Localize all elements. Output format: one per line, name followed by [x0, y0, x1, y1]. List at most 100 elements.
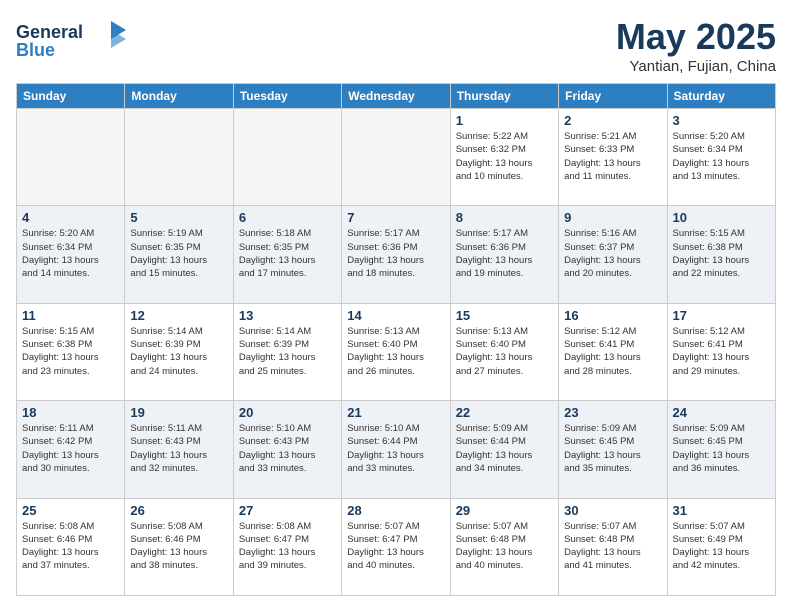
logo-text: General Blue: [16, 16, 126, 71]
day-info: Sunrise: 5:18 AMSunset: 6:35 PMDaylight:…: [239, 227, 336, 280]
day-number: 23: [564, 405, 661, 420]
calendar-cell: 2 Sunrise: 5:21 AMSunset: 6:33 PMDaylight…: [559, 109, 667, 206]
day-info: Sunrise: 5:14 AMSunset: 6:39 PMDaylight:…: [239, 325, 336, 378]
calendar-cell: 1 Sunrise: 5:22 AMSunset: 6:32 PMDaylight…: [450, 109, 558, 206]
logo: General Blue: [16, 16, 126, 71]
day-number: 24: [673, 405, 770, 420]
day-info: Sunrise: 5:13 AMSunset: 6:40 PMDaylight:…: [347, 325, 444, 378]
calendar-cell: 18Sunrise: 5:11 AMSunset: 6:42 PMDayligh…: [17, 401, 125, 498]
day-info: Sunrise: 5:12 AMSunset: 6:41 PMDaylight:…: [673, 325, 770, 378]
calendar-cell: 19Sunrise: 5:11 AMSunset: 6:43 PMDayligh…: [125, 401, 233, 498]
calendar-cell: 26Sunrise: 5:08 AMSunset: 6:46 PMDayligh…: [125, 498, 233, 595]
calendar-cell: 8 Sunrise: 5:17 AMSunset: 6:36 PMDaylight…: [450, 206, 558, 303]
day-info: Sunrise: 5:07 AMSunset: 6:48 PMDaylight:…: [456, 520, 553, 573]
day-info: Sunrise: 5:10 AMSunset: 6:43 PMDaylight:…: [239, 422, 336, 475]
day-header-friday: Friday: [559, 84, 667, 109]
day-number: 30: [564, 503, 661, 518]
calendar-cell: 24 Sunrise: 5:09 AMSunset: 6:45 PMDayligh…: [667, 401, 775, 498]
calendar-cell: 4Sunrise: 5:20 AMSunset: 6:34 PMDaylight…: [17, 206, 125, 303]
day-info: Sunrise: 5:16 AMSunset: 6:37 PMDaylight:…: [564, 227, 661, 280]
day-header-tuesday: Tuesday: [233, 84, 341, 109]
day-info: Sunrise: 5:15 AMSunset: 6:38 PMDaylight:…: [673, 227, 770, 280]
day-number: 10: [673, 210, 770, 225]
day-number: 8: [456, 210, 553, 225]
day-number: 12: [130, 308, 227, 323]
calendar-cell: [17, 109, 125, 206]
day-info: Sunrise: 5:08 AMSunset: 6:46 PMDaylight:…: [22, 520, 119, 573]
day-number: 13: [239, 308, 336, 323]
day-info: Sunrise: 5:13 AMSunset: 6:40 PMDaylight:…: [456, 325, 553, 378]
day-info: Sunrise: 5:22 AMSunset: 6:32 PMDaylight:…: [456, 130, 553, 183]
calendar-cell: 30 Sunrise: 5:07 AMSunset: 6:48 PMDayligh…: [559, 498, 667, 595]
day-number: 25: [22, 503, 119, 518]
day-info: Sunrise: 5:14 AMSunset: 6:39 PMDaylight:…: [130, 325, 227, 378]
calendar-cell: 13 Sunrise: 5:14 AMSunset: 6:39 PMDayligh…: [233, 303, 341, 400]
day-number: 31: [673, 503, 770, 518]
day-number: 3: [673, 113, 770, 128]
day-number: 19: [130, 405, 227, 420]
day-info: Sunrise: 5:17 AMSunset: 6:36 PMDaylight:…: [456, 227, 553, 280]
svg-text:General: General: [16, 22, 83, 42]
calendar-table: SundayMondayTuesdayWednesdayThursdayFrid…: [16, 83, 776, 596]
day-header-monday: Monday: [125, 84, 233, 109]
day-number: 7: [347, 210, 444, 225]
day-header-thursday: Thursday: [450, 84, 558, 109]
calendar-week-1: 1 Sunrise: 5:22 AMSunset: 6:32 PMDaylight…: [17, 109, 776, 206]
day-info: Sunrise: 5:08 AMSunset: 6:47 PMDaylight:…: [239, 520, 336, 573]
day-number: 28: [347, 503, 444, 518]
day-number: 17: [673, 308, 770, 323]
day-info: Sunrise: 5:09 AMSunset: 6:45 PMDaylight:…: [564, 422, 661, 475]
title-block: May 2025 Yantian, Fujian, China: [616, 16, 776, 75]
calendar-cell: 17 Sunrise: 5:12 AMSunset: 6:41 PMDayligh…: [667, 303, 775, 400]
calendar-body: 1 Sunrise: 5:22 AMSunset: 6:32 PMDaylight…: [17, 109, 776, 596]
calendar-cell: 9Sunrise: 5:16 AMSunset: 6:37 PMDaylight…: [559, 206, 667, 303]
day-number: 22: [456, 405, 553, 420]
day-number: 14: [347, 308, 444, 323]
calendar-cell: 20 Sunrise: 5:10 AMSunset: 6:43 PMDayligh…: [233, 401, 341, 498]
day-info: Sunrise: 5:15 AMSunset: 6:38 PMDaylight:…: [22, 325, 119, 378]
calendar-cell: 7Sunrise: 5:17 AMSunset: 6:36 PMDaylight…: [342, 206, 450, 303]
day-number: 29: [456, 503, 553, 518]
calendar-cell: 6 Sunrise: 5:18 AMSunset: 6:35 PMDaylight…: [233, 206, 341, 303]
day-info: Sunrise: 5:11 AMSunset: 6:42 PMDaylight:…: [22, 422, 119, 475]
day-number: 5: [130, 210, 227, 225]
main-title: May 2025: [616, 16, 776, 58]
calendar-week-3: 11Sunrise: 5:15 AMSunset: 6:38 PMDayligh…: [17, 303, 776, 400]
day-info: Sunrise: 5:20 AMSunset: 6:34 PMDaylight:…: [673, 130, 770, 183]
calendar-cell: 31Sunrise: 5:07 AMSunset: 6:49 PMDayligh…: [667, 498, 775, 595]
calendar-cell: 15Sunrise: 5:13 AMSunset: 6:40 PMDayligh…: [450, 303, 558, 400]
day-number: 6: [239, 210, 336, 225]
calendar-cell: 5 Sunrise: 5:19 AMSunset: 6:35 PMDaylight…: [125, 206, 233, 303]
calendar-cell: 3 Sunrise: 5:20 AMSunset: 6:34 PMDaylight…: [667, 109, 775, 206]
day-info: Sunrise: 5:07 AMSunset: 6:48 PMDaylight:…: [564, 520, 661, 573]
day-info: Sunrise: 5:10 AMSunset: 6:44 PMDaylight:…: [347, 422, 444, 475]
calendar-cell: 22Sunrise: 5:09 AMSunset: 6:44 PMDayligh…: [450, 401, 558, 498]
calendar-cell: 11Sunrise: 5:15 AMSunset: 6:38 PMDayligh…: [17, 303, 125, 400]
day-info: Sunrise: 5:19 AMSunset: 6:35 PMDaylight:…: [130, 227, 227, 280]
calendar-cell: 21Sunrise: 5:10 AMSunset: 6:44 PMDayligh…: [342, 401, 450, 498]
calendar-week-4: 18Sunrise: 5:11 AMSunset: 6:42 PMDayligh…: [17, 401, 776, 498]
day-number: 16: [564, 308, 661, 323]
day-number: 2: [564, 113, 661, 128]
day-number: 20: [239, 405, 336, 420]
calendar-cell: 27Sunrise: 5:08 AMSunset: 6:47 PMDayligh…: [233, 498, 341, 595]
header: General Blue May 2025 Yantian, Fujian, C…: [16, 16, 776, 75]
calendar-cell: 10 Sunrise: 5:15 AMSunset: 6:38 PMDayligh…: [667, 206, 775, 303]
svg-text:Blue: Blue: [16, 40, 55, 60]
day-number: 26: [130, 503, 227, 518]
day-info: Sunrise: 5:20 AMSunset: 6:34 PMDaylight:…: [22, 227, 119, 280]
calendar-cell: [233, 109, 341, 206]
calendar-cell: 12 Sunrise: 5:14 AMSunset: 6:39 PMDayligh…: [125, 303, 233, 400]
day-info: Sunrise: 5:07 AMSunset: 6:47 PMDaylight:…: [347, 520, 444, 573]
day-info: Sunrise: 5:12 AMSunset: 6:41 PMDaylight:…: [564, 325, 661, 378]
calendar-cell: 28 Sunrise: 5:07 AMSunset: 6:47 PMDayligh…: [342, 498, 450, 595]
calendar-cell: [125, 109, 233, 206]
calendar-cell: 29 Sunrise: 5:07 AMSunset: 6:48 PMDayligh…: [450, 498, 558, 595]
day-number: 1: [456, 113, 553, 128]
calendar-header-row: SundayMondayTuesdayWednesdayThursdayFrid…: [17, 84, 776, 109]
day-info: Sunrise: 5:21 AMSunset: 6:33 PMDaylight:…: [564, 130, 661, 183]
page: General Blue May 2025 Yantian, Fujian, C…: [0, 0, 792, 612]
subtitle: Yantian, Fujian, China: [616, 58, 776, 75]
day-info: Sunrise: 5:09 AMSunset: 6:45 PMDaylight:…: [673, 422, 770, 475]
calendar-cell: 23 Sunrise: 5:09 AMSunset: 6:45 PMDayligh…: [559, 401, 667, 498]
